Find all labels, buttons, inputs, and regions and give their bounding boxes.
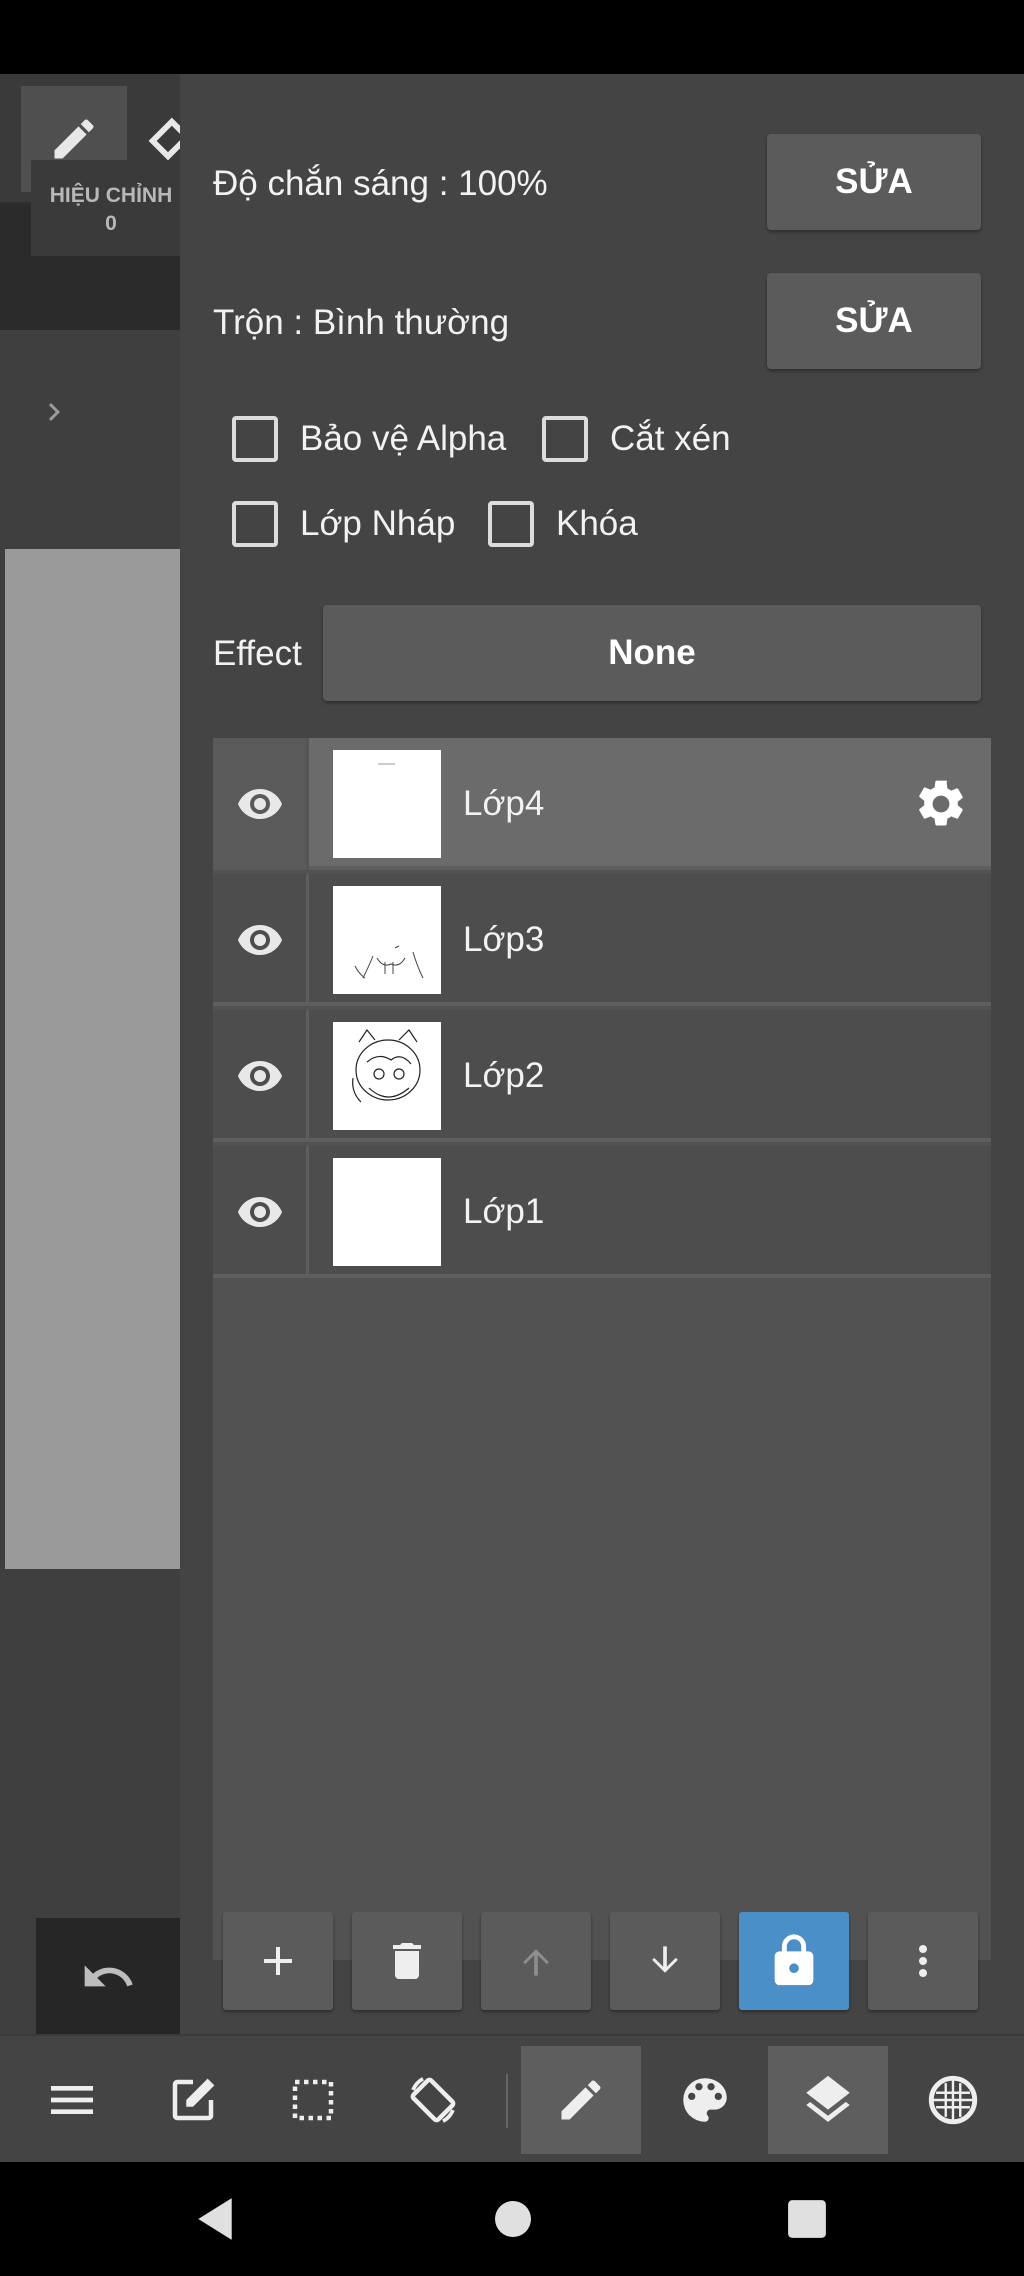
effect-select-button[interactable]: None — [323, 605, 981, 701]
layer-thumbnail — [333, 1022, 441, 1130]
eye-icon — [237, 1197, 282, 1227]
rotate-canvas-button[interactable] — [378, 2046, 488, 2154]
eye-icon — [237, 1061, 282, 1091]
nav-back-button[interactable] — [192, 2196, 238, 2242]
menu-button[interactable] — [17, 2046, 127, 2154]
undo-icon — [84, 1965, 133, 1987]
layer-name: Lớp4 — [463, 784, 545, 823]
layer-row[interactable]: Lớp3 — [213, 874, 991, 1006]
correction-button[interactable]: HIỆU CHỈNH 0 — [31, 160, 191, 256]
toolbar-divider — [506, 2074, 508, 2128]
eye-icon — [237, 925, 282, 955]
system-nav-bar — [0, 2162, 1024, 2276]
alpha-protect-checkbox[interactable]: Bảo vệ Alpha — [232, 416, 506, 462]
correction-value: 0 — [105, 212, 117, 235]
add-icon — [264, 1947, 292, 1975]
layer-list: Lớp4 Lớp3 Lớp2 Lớp1 — [213, 738, 991, 1960]
grid-icon — [928, 2075, 978, 2125]
pen-tool-tab[interactable] — [521, 2046, 641, 2154]
lock-label: Khóa — [556, 504, 638, 543]
menu-icon — [51, 2086, 93, 2114]
alpha-protect-label: Bảo vệ Alpha — [300, 419, 507, 458]
home-circle-icon — [495, 2201, 531, 2237]
undo-button[interactable] — [36, 1918, 180, 2036]
edit-opacity-button[interactable]: SỬA — [767, 134, 981, 230]
layer-row[interactable]: Lớp1 — [213, 1146, 991, 1278]
trash-icon — [393, 1943, 421, 1979]
nav-recents-button[interactable] — [784, 2196, 830, 2242]
nav-home-button[interactable] — [490, 2196, 536, 2242]
gear-icon[interactable] — [913, 776, 969, 832]
palette-icon — [683, 2078, 727, 2122]
checkbox-box — [232, 501, 278, 547]
layer-name: Lớp3 — [463, 920, 545, 959]
layers-icon — [806, 2075, 850, 2122]
color-palette-button[interactable] — [650, 2046, 760, 2154]
lock-icon — [774, 1934, 814, 1986]
pen-icon — [561, 2080, 601, 2120]
arrow-down-icon — [652, 1946, 678, 1973]
layer-thumbnail — [333, 886, 441, 994]
draft-layer-label: Lớp Nháp — [300, 504, 456, 543]
recents-square-icon — [788, 2200, 826, 2238]
layer-thumbnail — [333, 750, 441, 858]
chevron-right-icon[interactable] — [36, 392, 72, 432]
bottom-toolbar — [0, 2034, 1024, 2162]
add-layer-button[interactable] — [223, 1912, 333, 2010]
visibility-toggle[interactable] — [213, 874, 309, 1006]
correction-label: HIỆU CHỈNH — [49, 184, 173, 207]
rotate-icon — [410, 2077, 456, 2123]
more-vert-icon — [919, 1945, 927, 1977]
clipping-checkbox[interactable]: Cắt xén — [542, 416, 731, 462]
checkbox-box — [542, 416, 588, 462]
move-layer-up-button[interactable] — [481, 1912, 591, 2010]
checkbox-box — [488, 501, 534, 547]
layer-toolbar — [223, 1912, 981, 2010]
edit-button[interactable] — [138, 2046, 248, 2154]
draft-layer-checkbox[interactable]: Lớp Nháp — [232, 501, 455, 547]
layer-name: Lớp2 — [463, 1056, 545, 1095]
canvas-preview[interactable] — [5, 549, 180, 1569]
visibility-toggle[interactable] — [213, 1010, 309, 1142]
move-layer-down-button[interactable] — [610, 1912, 720, 2010]
more-options-button[interactable] — [868, 1912, 978, 2010]
back-triangle-icon — [198, 2198, 232, 2240]
visibility-toggle[interactable] — [213, 738, 309, 870]
opacity-label: Độ chắn sáng : 100% — [213, 164, 548, 203]
eraser-icon[interactable] — [148, 114, 180, 164]
layers-tab[interactable] — [768, 2046, 888, 2154]
delete-layer-button[interactable] — [352, 1912, 462, 2010]
eye-icon — [237, 789, 282, 819]
selection-icon — [292, 2079, 334, 2121]
edit-blend-button[interactable]: SỬA — [767, 273, 981, 369]
clipping-label: Cắt xén — [610, 419, 731, 458]
layer-row[interactable]: Lớp2 — [213, 1010, 991, 1142]
effect-label: Effect — [213, 634, 302, 673]
layer-panel: Độ chắn sáng : 100% SỬA Trộn : Bình thườ… — [180, 74, 1024, 2034]
arrow-up-icon — [523, 1949, 549, 1976]
checkbox-box — [232, 416, 278, 462]
selection-button[interactable] — [258, 2046, 368, 2154]
grid-button[interactable] — [898, 2046, 1008, 2154]
layer-name: Lớp1 — [463, 1192, 545, 1231]
blend-mode-label: Trộn : Bình thường — [213, 303, 510, 342]
lock-checkbox[interactable]: Khóa — [488, 501, 638, 547]
pen-icon — [54, 119, 94, 159]
lock-layer-button[interactable] — [739, 1912, 849, 2010]
layer-row[interactable]: Lớp4 — [213, 738, 991, 870]
edit-icon — [172, 2078, 215, 2121]
layer-thumbnail — [333, 1158, 441, 1266]
status-bar — [0, 0, 1024, 74]
visibility-toggle[interactable] — [213, 1146, 309, 1278]
